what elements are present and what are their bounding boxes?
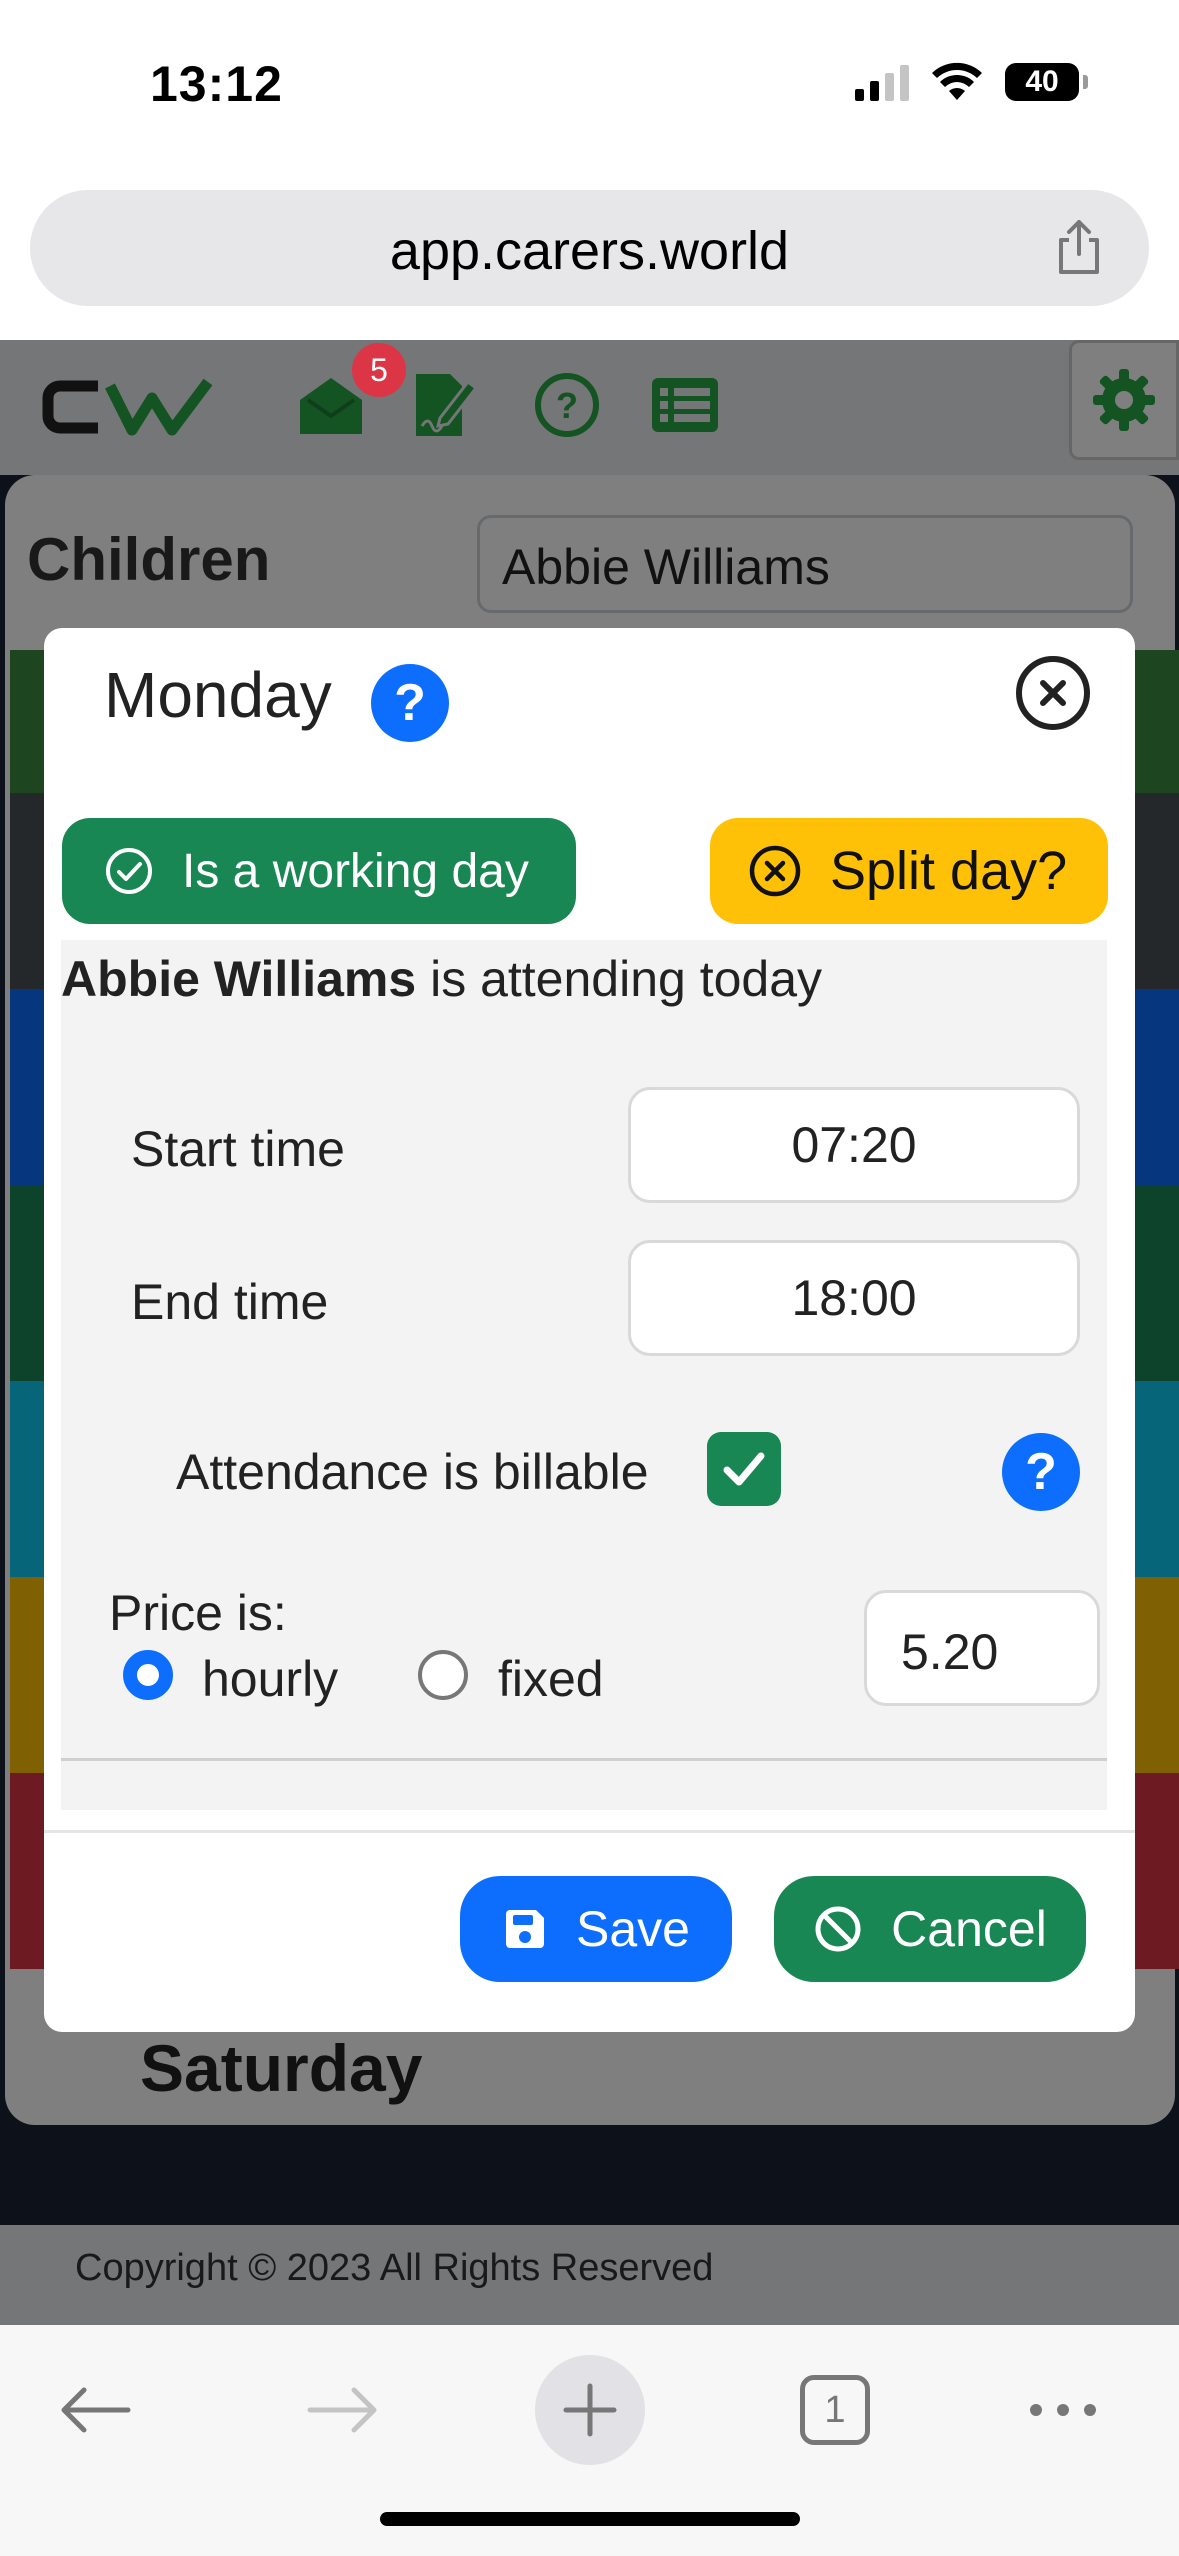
more-dots-icon (1030, 2404, 1096, 2416)
battery-icon: 40 (1005, 63, 1088, 101)
save-label: Save (576, 1901, 690, 1957)
billable-label: Attendance is billable (176, 1444, 649, 1500)
working-day-toggle[interactable]: Is a working day (62, 818, 576, 924)
price-input[interactable]: 5.20 (864, 1590, 1100, 1706)
status-icons: 40 (855, 62, 1088, 102)
arrow-right-icon (307, 2387, 377, 2433)
forward-button[interactable] (288, 2355, 398, 2465)
url-text[interactable]: app.carers.world (30, 220, 1149, 282)
wifi-icon (932, 62, 982, 100)
save-button[interactable]: Save (460, 1876, 732, 1982)
day-settings-modal: Monday ? Is a working day Split day? Abb… (44, 628, 1135, 2032)
floppy-disk-icon (506, 1910, 545, 1948)
start-time-input[interactable]: 07:20 (628, 1087, 1080, 1203)
close-icon (1040, 680, 1066, 706)
billable-help-button[interactable]: ? (1002, 1433, 1080, 1511)
tab-count: 1 (800, 2375, 870, 2445)
share-icon[interactable] (1049, 218, 1109, 278)
close-button[interactable] (1016, 656, 1090, 730)
back-button[interactable] (40, 2355, 150, 2465)
price-fixed-radio[interactable] (418, 1650, 468, 1700)
attending-suffix: is attending today (416, 951, 823, 1007)
cellular-signal-icon (855, 63, 909, 101)
split-day-label: Split day? (830, 841, 1068, 901)
notification-badge: 5 (352, 343, 406, 397)
fixed-label[interactable]: fixed (498, 1650, 604, 1708)
start-time-label: Start time (131, 1121, 345, 1177)
arrow-left-icon (61, 2387, 131, 2433)
new-tab-button[interactable] (535, 2355, 645, 2465)
check-circle-icon (106, 848, 152, 894)
more-menu-button[interactable] (1008, 2355, 1118, 2465)
checkmark-icon (723, 1452, 765, 1486)
tabs-button[interactable]: 1 (780, 2355, 890, 2465)
battery-level: 40 (1025, 65, 1059, 98)
modal-help-button[interactable]: ? (371, 664, 449, 742)
home-indicator (380, 2512, 800, 2526)
cancel-label: Cancel (891, 1901, 1047, 1957)
end-time-input[interactable]: 18:00 (628, 1240, 1080, 1356)
question-mark-icon: ? (1025, 1443, 1057, 1501)
billable-checkbox[interactable] (707, 1432, 781, 1506)
hourly-label[interactable]: hourly (202, 1650, 338, 1708)
price-hourly-radio[interactable] (123, 1650, 173, 1700)
cancel-icon (815, 1906, 861, 1952)
x-circle-icon (749, 845, 801, 897)
address-bar[interactable]: app.carers.world (30, 190, 1149, 306)
split-day-toggle[interactable]: Split day? (710, 818, 1108, 924)
attendance-panel: Abbie Williams is attending today Start … (61, 940, 1107, 1810)
clock: 13:12 (150, 56, 283, 112)
status-bar: 13:12 40 (0, 0, 1179, 180)
cancel-button[interactable]: Cancel (774, 1876, 1086, 1982)
price-label: Price is: (109, 1585, 287, 1641)
modal-footer-divider (44, 1830, 1135, 1833)
child-name: Abbie Williams (61, 951, 417, 1007)
modal-title: Monday (104, 659, 332, 731)
working-day-label: Is a working day (182, 844, 529, 898)
end-time-label: End time (131, 1274, 329, 1330)
question-mark-icon: ? (394, 674, 426, 732)
plus-icon (563, 2383, 617, 2437)
divider (61, 1758, 1107, 1761)
attending-text: Abbie Williams is attending today (61, 950, 822, 1008)
